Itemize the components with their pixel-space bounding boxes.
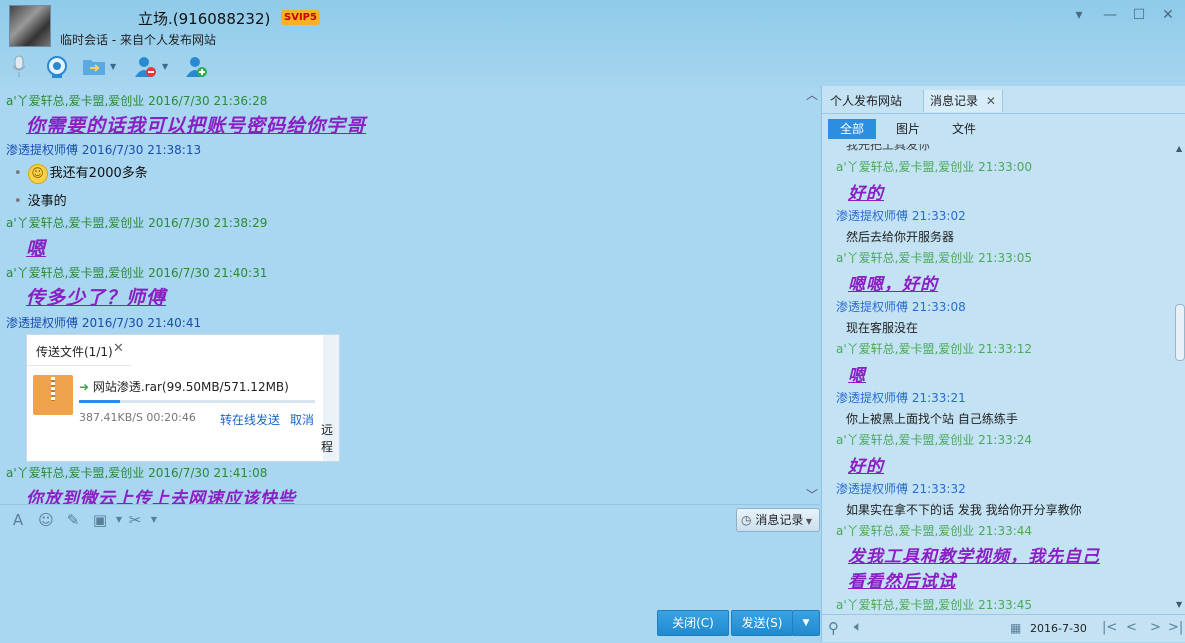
record-text: 然后去给你开服务器 xyxy=(846,230,955,244)
record-text: 嗯 xyxy=(848,366,866,386)
record-header: 渗透提权师傅 21:33:08 xyxy=(836,300,966,314)
window-header: 立场.(916088232) SVIP5 临时会话 - 来自个人发布网站 ▾ —… xyxy=(0,0,1185,87)
transfer-speed: 387.41KB/S 00:20:46 xyxy=(79,411,196,424)
chat-history[interactable]: ︿ a'丫爱轩总,爱卡盟,爱创业 2016/7/30 21:36:28 你需要的… xyxy=(0,86,820,504)
record-header: 渗透提权师傅 21:33:32 xyxy=(836,482,966,496)
transfer-tab[interactable]: 传送文件(1/1) ✕ xyxy=(27,335,131,366)
history-date[interactable]: 2016-7-30 xyxy=(1030,622,1087,635)
message-header: a'丫爱轩总,爱卡盟,爱创业 2016/7/30 21:40:31 xyxy=(6,266,268,280)
close-button[interactable]: 关闭(C) xyxy=(657,610,729,636)
record-text: 嗯嗯，好的 xyxy=(848,275,938,295)
filter-files[interactable]: 文件 xyxy=(944,119,984,139)
history-list[interactable]: 我先把工具发你 a'丫爱轩总,爱卡盟,爱创业 21:33:00 好的 渗透提权师… xyxy=(822,144,1174,612)
zip-file-icon xyxy=(33,375,73,415)
message-header: a'丫爱轩总,爱卡盟,爱创业 2016/7/30 21:36:28 xyxy=(6,94,268,108)
side-panel: 远程 xyxy=(321,335,339,461)
record-header: a'丫爱轩总,爱卡盟,爱创业 21:33:24 xyxy=(836,433,1033,447)
emoji-icon[interactable]: ☺ xyxy=(37,511,55,529)
record-text: 好的 xyxy=(848,184,884,204)
maximize-button[interactable]: ☐ xyxy=(1130,6,1148,24)
clock-icon: ◷ xyxy=(741,513,752,527)
collapse-up-icon[interactable]: ︿ xyxy=(806,86,818,103)
record-header: 渗透提权师傅 21:33:02 xyxy=(836,209,966,223)
message-header: a'丫爱轩总,爱卡盟,爱创业 2016/7/30 21:41:08 xyxy=(6,466,268,480)
record-header: a'丫爱轩总,爱卡盟,爱创业 21:33:44 xyxy=(836,524,1033,538)
collapse-down-icon[interactable]: ﹀ xyxy=(806,486,818,503)
session-subtitle: 临时会话 - 来自个人发布网站 xyxy=(60,33,216,47)
close-window-button[interactable]: ✕ xyxy=(1159,6,1177,24)
microphone-icon[interactable] xyxy=(10,55,28,79)
font-icon[interactable]: A xyxy=(9,511,27,529)
prev-page-icon[interactable]: < xyxy=(1126,620,1137,635)
record-header: a'丫爱轩总,爱卡盟,爱创业 21:33:45 xyxy=(836,598,1033,612)
next-page-icon[interactable]: > xyxy=(1150,620,1161,635)
record-text: 现在客服没在 xyxy=(846,321,919,335)
record-text: 你上被黑上面找个站 自己练练手 xyxy=(846,412,1018,426)
message-header: 渗透提权师傅 2016/7/30 21:40:41 xyxy=(6,316,202,330)
record-header: a'丫爱轩总,爱卡盟,爱创业 21:33:05 xyxy=(836,251,1033,265)
record-header: a'丫爱轩总,爱卡盟,爱创业 21:33:12 xyxy=(836,342,1033,356)
edit-icon[interactable]: ✎ xyxy=(64,511,82,529)
filter-all[interactable]: 全部 xyxy=(828,119,876,139)
right-panel: 个人发布网站 消息记录 ✕ 全部 图片 文件 我先把工具发你 a'丫爱轩总,爱卡… xyxy=(821,86,1185,642)
last-page-icon[interactable]: >| xyxy=(1168,620,1183,635)
menu-dropdown-icon[interactable]: ▾ xyxy=(1070,6,1088,24)
record-header: a'丫爱轩总,爱卡盟,爱创业 21:33:00 xyxy=(836,160,1033,174)
minimize-button[interactable]: — xyxy=(1101,6,1119,24)
calendar-icon[interactable]: ▦ xyxy=(1010,621,1021,635)
message-text: 你放到微云上传上去网速应该快些 xyxy=(26,489,296,504)
record-text: 好的 xyxy=(848,457,884,477)
smiley-emoji-icon: ☺ xyxy=(27,163,48,184)
scissors-icon[interactable]: ✂ xyxy=(126,511,144,529)
folder-transfer-icon[interactable] xyxy=(82,56,106,76)
record-text: 发我工具和教学视频，我先自己 xyxy=(848,547,1100,567)
message-header: 渗透提权师傅 2016/7/30 21:38:13 xyxy=(6,143,202,157)
avatar[interactable] xyxy=(9,5,51,47)
send-online-link[interactable]: 转在线发送 xyxy=(220,411,280,428)
transfer-progress-bar xyxy=(79,400,315,403)
message-input[interactable] xyxy=(0,534,820,606)
history-scrollbar[interactable]: ▲ ▼ xyxy=(1174,144,1185,612)
message-text: • ☺ 我还有2000多条 xyxy=(14,162,148,184)
chevron-down-icon[interactable]: ▼ xyxy=(110,62,116,71)
close-icon[interactable]: ✕ xyxy=(113,341,124,356)
video-icon[interactable] xyxy=(45,55,69,79)
close-icon[interactable]: ✕ xyxy=(986,94,996,108)
chevron-down-icon[interactable]: ▼ xyxy=(162,62,168,71)
send-options-chevron-down-icon[interactable]: ▼ xyxy=(792,610,820,636)
history-button[interactable]: ◷ 消息记录 ▼ xyxy=(736,508,820,532)
image-icon[interactable]: ▣ xyxy=(91,511,109,529)
message-header: a'丫爱轩总,爱卡盟,爱创业 2016/7/30 21:38:29 xyxy=(6,216,268,230)
add-user-icon[interactable] xyxy=(185,55,209,79)
message-text: 传多少了？师傅 xyxy=(26,287,167,309)
send-button[interactable]: 发送(S) xyxy=(731,610,793,636)
record-text: 如果实在拿不下的话 发我 我给你开分享教你 xyxy=(846,503,1082,517)
tab-personal-site[interactable]: 个人发布网站 xyxy=(830,90,902,112)
tab-history[interactable]: 消息记录 ✕ xyxy=(923,90,1003,112)
vip-badge[interactable]: SVIP5 xyxy=(281,10,320,25)
file-transfer-card: 传送文件(1/1) ✕ 远程 ➜ 网站渗透.rar(99.50MB/571.12… xyxy=(26,334,340,462)
first-page-icon[interactable]: |< xyxy=(1102,620,1117,635)
record-text: 看看然后试试 xyxy=(848,572,956,592)
record-header: 渗透提权师傅 21:33:21 xyxy=(836,391,966,405)
progress-fill xyxy=(79,400,121,403)
contact-title: 立场.(916088232) xyxy=(138,10,271,28)
message-text: • 没事的 xyxy=(14,194,67,209)
history-footer: ⚲ 🔈︎ ▦ 2016-7-30 |< < > >| xyxy=(822,614,1185,643)
message-text: 嗯 xyxy=(26,238,47,260)
search-icon[interactable]: ⚲ xyxy=(828,619,839,637)
scrollbar-thumb[interactable] xyxy=(1175,304,1185,361)
arrow-right-icon: ➜ xyxy=(79,380,90,394)
divider xyxy=(822,113,1185,114)
filter-images[interactable]: 图片 xyxy=(888,119,928,139)
chevron-down-icon[interactable]: ▼ xyxy=(145,511,163,529)
file-name: ➜ 网站渗透.rar(99.50MB/571.12MB) xyxy=(79,380,289,394)
record-text: 我先把工具发你 xyxy=(846,144,931,152)
cancel-transfer-link[interactable]: 取消 xyxy=(290,411,314,428)
speaker-icon[interactable]: 🔈︎ xyxy=(854,619,862,635)
message-text: 你需要的话我可以把账号密码给你宇哥 xyxy=(26,115,367,137)
remove-user-icon[interactable] xyxy=(134,55,158,79)
